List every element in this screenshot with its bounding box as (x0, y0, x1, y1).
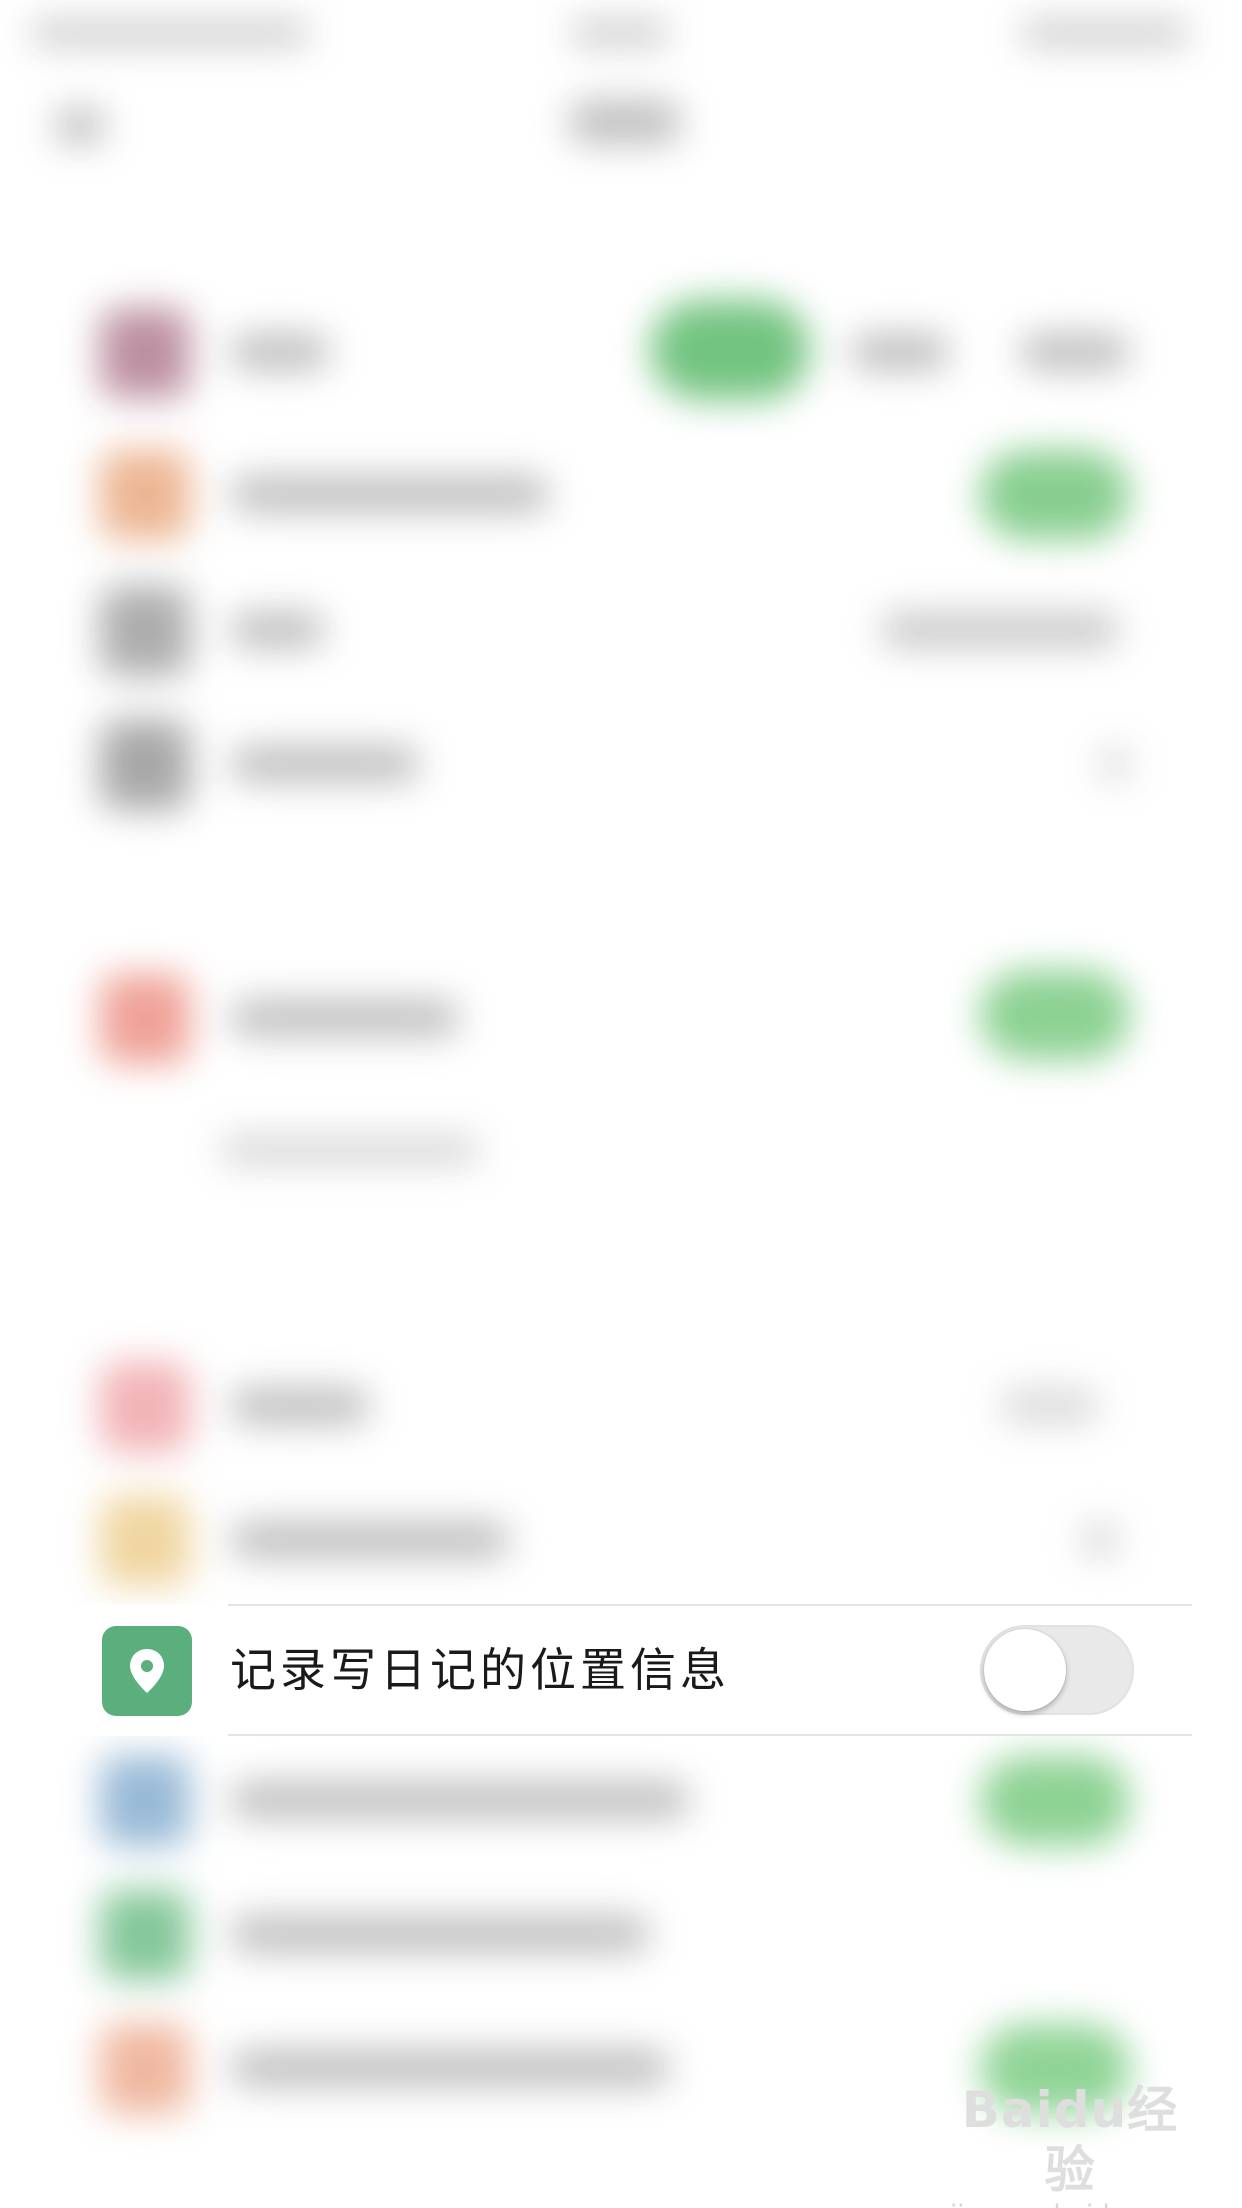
setting-label: 记录写日记的位置信息 (230, 1643, 730, 1697)
row-divider-bottom (228, 1734, 1192, 1736)
blur-icon-6 (100, 1362, 190, 1452)
blur-icon-5 (100, 974, 190, 1064)
blur-icon-1 (100, 308, 190, 398)
blur-text-10 (230, 2050, 670, 2086)
blur-text-7 (230, 1522, 510, 1558)
settings-screen: 记录写日记的位置信息 Baidu经验 jingyan.baidu.com (0, 0, 1242, 2208)
blur-chevron-7 (1080, 1522, 1120, 1558)
blur-text-4 (230, 746, 420, 782)
row-divider-top (228, 1604, 1192, 1606)
watermark-url: jingyan.baidu.com (950, 2200, 1190, 2208)
blur-text-1 (230, 334, 330, 370)
blur-value-6 (1000, 1388, 1100, 1424)
blur-segment-green (650, 300, 810, 400)
location-pin-glyph (130, 1649, 164, 1693)
location-toggle-switch[interactable] (980, 1625, 1134, 1715)
blur-toggle-5 (980, 970, 1130, 1060)
nav-back-blur (55, 108, 105, 144)
blurred-background (0, 0, 1242, 2208)
status-bar-battery (1020, 20, 1190, 46)
blur-text-9 (230, 1916, 650, 1952)
blur-text-8 (230, 1782, 690, 1818)
blur-icon-4 (100, 720, 190, 810)
blur-text-6 (230, 1388, 370, 1424)
location-pin-icon (102, 1626, 192, 1716)
blur-text-3 (230, 612, 325, 648)
blur-icon-7 (100, 1496, 190, 1586)
blur-segment-3 (1020, 334, 1130, 370)
status-bar-time (570, 20, 670, 46)
baidu-jingyan-watermark: Baidu经验 jingyan.baidu.com (950, 2080, 1190, 2208)
settings-row-record-location: 记录写日记的位置信息 (0, 1604, 1242, 1736)
blur-text-2 (230, 476, 550, 512)
blur-icon-3 (100, 586, 190, 676)
blur-icon-9 (100, 1890, 190, 1980)
blur-toggle-2 (980, 450, 1130, 540)
blur-segment-2 (850, 334, 950, 370)
blur-toggle-8 (980, 1756, 1130, 1846)
blur-icon-2 (100, 450, 190, 540)
nav-title-blur (570, 100, 680, 144)
watermark-brand: Baidu经验 (961, 2081, 1179, 2199)
blur-text-5 (230, 1000, 460, 1036)
blur-footnote-5 (220, 1136, 480, 1164)
blur-icon-8 (100, 1756, 190, 1846)
blur-value-3 (880, 612, 1120, 648)
status-bar-carrier (30, 20, 310, 46)
blur-chevron-4 (1100, 746, 1130, 782)
blur-icon-10 (100, 2024, 190, 2114)
toggle-knob (984, 1629, 1066, 1711)
